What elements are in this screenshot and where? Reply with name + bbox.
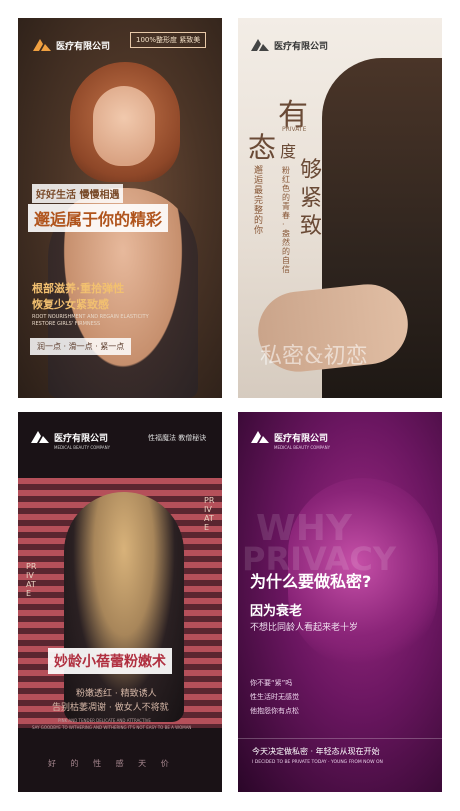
logo-subtext: MEDICAL BEAUTY COMPANY (54, 445, 111, 450)
logo-mark-icon (251, 431, 269, 443)
private-label: PRIVATE (282, 126, 307, 133)
subline-2: 恢复少女紧致感 (32, 298, 109, 311)
poster-panel-3: 医疗有限公司 MEDICAL BEAUTY COMPANY 性福魔法 教僧秘诀 … (18, 412, 222, 792)
title-char-2: 态 (248, 131, 277, 164)
headline: 妙龄小蓓蕾粉嫩术 (48, 648, 172, 674)
logo-text: 医疗有限公司 (274, 433, 329, 444)
feature-pill: 润一点 · 滑一点 · 紧一点 (30, 338, 132, 355)
company-logo: 医疗有限公司 (250, 430, 328, 444)
badge: 100%整形度 紧致美 (130, 32, 207, 48)
poster-panel-1: 医疗有限公司 100%整形度 紧致美 好好生活 慢慢相遇 邂逅属于你的精彩 根部… (18, 18, 222, 398)
title-char-6: 致 (300, 214, 323, 239)
logo-text: 医疗有限公司 (56, 41, 111, 52)
english-line-1: PINK AND TENDER DELICATE AND ATTRACTIVE (58, 718, 151, 723)
poster-panel-4: 医疗有限公司 MEDICAL BEAUTY COMPANY WHY PRIVAC… (238, 412, 442, 792)
vertical-text-mid: 粉红色的青春·盎然的自信 (282, 166, 290, 274)
english-line-2: SAY GOODBYE TO WITHERING AND WITHERING I… (32, 725, 192, 730)
list-item-3: 他抱怨你有点松 (250, 707, 299, 715)
top-right-slogan: 性福魔法 教僧秘诀 (148, 434, 207, 442)
private-label-left: PRIVATE (26, 562, 37, 598)
logo-text: 医疗有限公司 (274, 41, 329, 52)
title-char-3: 度 (280, 142, 297, 161)
english-line-1: ROOT NOURISHMENT AND REGAIN ELASTICITY (32, 314, 149, 320)
company-logo: 医疗有限公司 (32, 38, 110, 52)
model-face (93, 86, 155, 166)
answer-heading: 因为衰老 (250, 604, 303, 619)
logo-mark-icon (33, 39, 51, 51)
list-item-1: 你不要“紧”吗 (250, 679, 293, 687)
company-logo: 医疗有限公司 (30, 430, 108, 444)
headline: 邂逅属于你的精彩 (28, 204, 169, 232)
subline-2: 告别枯萎凋谢 · 做女人不将就 (52, 703, 169, 713)
company-logo: 医疗有限公司 (250, 38, 328, 52)
footer-text: 好 的 性 感 天 价 (48, 759, 175, 768)
private-label-right: PRIVATE (204, 496, 215, 532)
watermark-text: 私密&初恋 (260, 344, 368, 369)
poster-panel-2: 医疗有限公司 有 态 度 PRIVATE 够 紧 致 邂逅最完整的你 粉红色的青… (238, 18, 442, 398)
logo-mark-icon (31, 431, 49, 443)
list-item-2: 性生活时无感觉 (250, 693, 299, 701)
footer-cn: 今天决定做私密 · 年轻态从现在开始 (252, 747, 380, 756)
subline-1: 粉嫩透红 · 精致诱人 (76, 689, 157, 699)
divider (238, 738, 442, 739)
logo-mark-icon (251, 39, 269, 51)
question-heading: 为什么要做私密? (250, 572, 372, 591)
logo-subtext: MEDICAL BEAUTY COMPANY (274, 445, 331, 450)
logo-text: 医疗有限公司 (54, 433, 109, 444)
footer-en: I DECIDED TO BE PRIVATE TODAY · YOUNG FR… (252, 760, 383, 765)
tagline: 好好生活 慢慢相遇 (32, 184, 124, 203)
vertical-text-left: 邂逅最完整的你 (254, 166, 264, 236)
subline-1: 根部滋养·重拾弹性 (32, 282, 125, 295)
answer-subline: 不想比同龄人看起来老十岁 (250, 623, 359, 633)
english-line-2: RESTORE GIRLS' FIRMNESS (32, 321, 101, 327)
